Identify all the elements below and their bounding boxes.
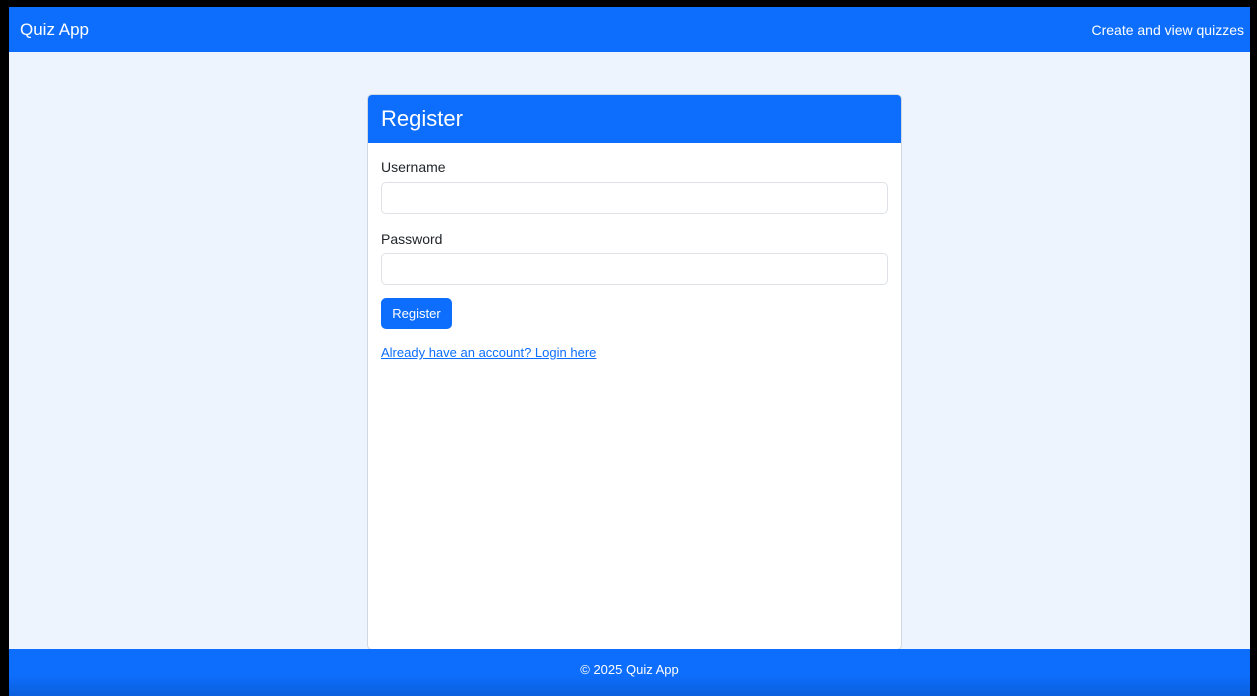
password-label: Password	[381, 231, 443, 247]
register-button[interactable]: Register	[381, 298, 452, 329]
footer: © 2025 Quiz App	[9, 649, 1250, 696]
username-input[interactable]	[381, 182, 888, 214]
card-title: Register	[381, 106, 463, 131]
app-window: Quiz App Create and view quizzes Registe…	[9, 7, 1250, 696]
register-card: Register Username Password Register Alre…	[367, 94, 902, 650]
navbar: Quiz App Create and view quizzes	[9, 7, 1250, 52]
login-link[interactable]: Already have an account? Login here	[381, 345, 596, 361]
username-label: Username	[381, 159, 446, 175]
password-input[interactable]	[381, 253, 888, 285]
card-header: Register	[368, 95, 901, 143]
footer-copyright: © 2025 Quiz App	[580, 662, 679, 677]
navbar-brand-link[interactable]: Quiz App	[20, 20, 89, 40]
create-view-quizzes-link[interactable]: Create and view quizzes	[1091, 22, 1244, 39]
